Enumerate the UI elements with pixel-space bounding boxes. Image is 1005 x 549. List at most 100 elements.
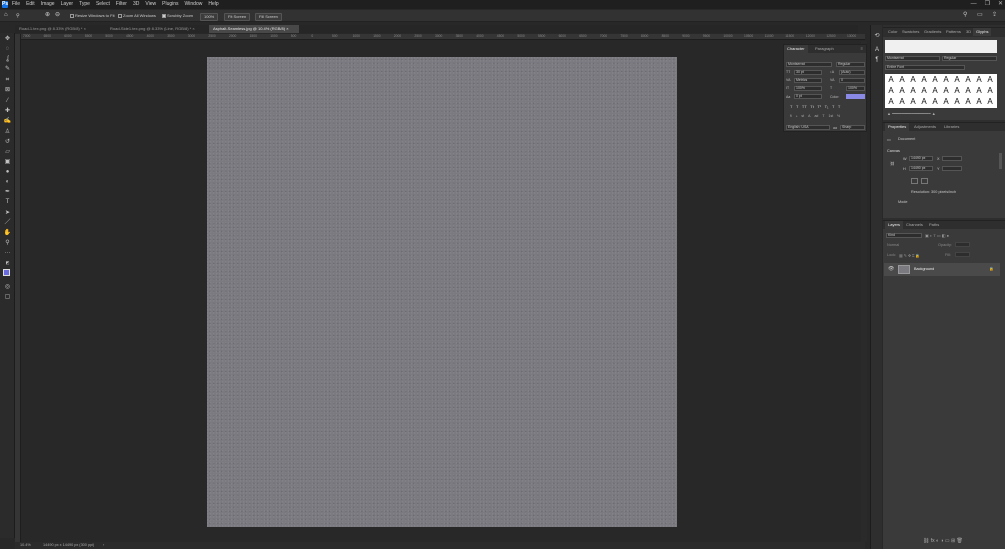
font-family-select[interactable]: Montserrat (786, 62, 832, 67)
dodge-tool-icon[interactable]: ◐ (3, 178, 12, 186)
frame-tool-icon[interactable]: ⊠ (3, 86, 12, 94)
glyph-cell[interactable]: A (908, 75, 918, 85)
old-style-button[interactable]: ℴ (796, 114, 798, 118)
pen-tool-icon[interactable]: ✒ (3, 188, 12, 196)
more-tools-icon[interactable]: ··· (3, 249, 12, 257)
blur-tool-icon[interactable]: ● (3, 168, 12, 176)
glyph-cell[interactable]: A (919, 86, 929, 96)
glyph-cell[interactable]: A (908, 97, 918, 107)
tab-asphalt-seamless[interactable]: Asphalt-Seamless.jpg @ 10.4% (RGB/8) × (209, 25, 299, 33)
hand-tool-icon[interactable]: ✋ (3, 229, 12, 237)
glyph-cell[interactable]: A (952, 97, 962, 107)
fit-screen-button[interactable]: Fit Screen (224, 13, 251, 21)
layer-row-background[interactable]: 👁 Background 🔒 (884, 263, 1000, 276)
tab-properties[interactable]: Properties (885, 123, 910, 131)
menu-window[interactable]: Window (185, 0, 203, 9)
restore-button[interactable]: ❐ (985, 0, 990, 9)
document-canvas[interactable] (207, 57, 677, 527)
history-icon[interactable]: ⟲ (873, 33, 881, 40)
marquee-tool-icon[interactable]: ◌ (3, 45, 12, 53)
fill-screen-button[interactable]: Fill Screen (255, 13, 282, 21)
landscape-orientation-button[interactable] (921, 178, 928, 184)
default-colors-icon[interactable]: ◩ (3, 259, 12, 267)
tab-character[interactable]: Character (784, 45, 808, 53)
menu-3d[interactable]: 3D (133, 0, 139, 9)
swash-button[interactable]: st (801, 114, 804, 118)
healing-brush-tool-icon[interactable]: ✚ (3, 107, 12, 115)
fractions-button[interactable]: ½ (837, 114, 840, 118)
opacity-field[interactable] (955, 242, 970, 247)
tab-road-side1[interactable]: Road-Side1.tex.png @ 8.33% (Line, RGB/8)… (106, 25, 208, 33)
history-brush-tool-icon[interactable]: ↺ (3, 138, 12, 146)
glyph-cell[interactable]: A (974, 86, 984, 96)
gradient-tool-icon[interactable]: ▣ (3, 158, 12, 166)
ligatures-button[interactable]: fi (790, 114, 792, 118)
glyph-cell[interactable]: A (974, 75, 984, 85)
glyph-size-slider[interactable]: ▲ ━━━━━━━━━━━━━━━━ ▲ (887, 111, 936, 116)
menu-plugins[interactable]: Plugins (162, 0, 178, 9)
antialias-select[interactable]: Sharp (840, 125, 865, 130)
chevron-right-icon[interactable]: › (103, 542, 104, 549)
zoom-tool-icon[interactable]: ⚲ (16, 13, 20, 19)
glyph-cell[interactable]: A (963, 97, 973, 107)
panel-menu-icon[interactable]: ≡ (861, 46, 863, 51)
glyph-cell[interactable]: A (930, 86, 940, 96)
subscript-button[interactable]: T₁ (825, 104, 829, 109)
discretionary-ligatures-button[interactable]: ad (814, 114, 818, 118)
glyph-cell[interactable]: A (952, 86, 962, 96)
zoom-level[interactable]: 10.4% (20, 542, 31, 549)
eyedropper-tool-icon[interactable]: ⁄ (3, 97, 12, 105)
zoom-all-checkbox[interactable]: Zoom All Windows (118, 13, 156, 19)
zoom-in-icon[interactable]: ⊕ (45, 12, 50, 18)
close-icon[interactable]: × (84, 26, 86, 31)
kerning-field[interactable]: Metrics (794, 78, 822, 83)
canvas-height-field[interactable]: 14490 px (909, 166, 933, 171)
vertical-ruler[interactable] (15, 34, 21, 542)
app-logo[interactable]: Ps (2, 1, 8, 8)
glyph-cell[interactable]: A (897, 75, 907, 85)
minimize-button[interactable]: — (971, 0, 977, 9)
tab-swatches[interactable]: Swatches (899, 28, 922, 36)
foreground-color-swatch[interactable] (3, 269, 10, 276)
glyph-style-select[interactable]: Regular (942, 56, 997, 61)
font-style-select[interactable]: Regular (836, 62, 865, 67)
shape-tool-icon[interactable]: ／ (3, 219, 12, 227)
glyph-font-select[interactable]: Montserrat (885, 56, 940, 61)
close-icon[interactable]: × (286, 26, 288, 31)
faux-italic-button[interactable]: T (796, 104, 798, 109)
layer-kind-filter[interactable]: Kind (886, 233, 922, 238)
font-size-field[interactable]: 30 pt (794, 70, 822, 75)
glyph-cell[interactable]: A (941, 86, 951, 96)
search-icon[interactable]: ⚲ (963, 12, 967, 18)
move-tool-icon[interactable]: ✥ (3, 35, 12, 43)
scrubby-zoom-checkbox[interactable]: Scrubby Zoom (162, 13, 193, 19)
menu-image[interactable]: Image (41, 0, 55, 9)
layer-name[interactable]: Background (914, 267, 934, 271)
horizontal-ruler[interactable]: 7000 6500 6000 5500 5000 4500 4000 3500 3000 2500… (15, 34, 865, 40)
menu-view[interactable]: View (145, 0, 156, 9)
tab-paragraph[interactable]: Paragraph (812, 45, 837, 53)
canvas-section-title[interactable]: Canvas (887, 149, 900, 153)
stylistic-alternates-button[interactable]: A (808, 114, 810, 118)
menu-filter[interactable]: Filter (116, 0, 127, 9)
glyph-cell[interactable]: A (974, 97, 984, 107)
glyph-cell[interactable]: A (897, 97, 907, 107)
lock-icon[interactable]: 🔒 (989, 266, 994, 271)
menu-edit[interactable]: Edit (26, 0, 35, 9)
menu-file[interactable]: File (12, 0, 20, 9)
zoom-out-icon[interactable]: ⊖ (55, 12, 60, 18)
document-info[interactable]: 14490 px x 14490 px (300 ppi) (43, 542, 94, 549)
link-icon[interactable]: ⛓ (890, 161, 895, 166)
glyph-cell[interactable]: A (930, 97, 940, 107)
crop-tool-icon[interactable]: ⌗ (3, 76, 12, 84)
screen-mode-icon[interactable]: ▢ (3, 293, 12, 301)
quick-select-tool-icon[interactable]: ✎ (3, 65, 12, 73)
home-icon[interactable]: ⌂ (4, 12, 8, 18)
zoom-100-button[interactable]: 100% (200, 13, 219, 21)
properties-scrollbar[interactable] (999, 153, 1002, 169)
faux-bold-button[interactable]: T (790, 104, 792, 109)
all-caps-button[interactable]: TT (802, 104, 807, 109)
eraser-tool-icon[interactable]: ▱ (3, 148, 12, 156)
workspace-icon[interactable]: ▭ (977, 12, 983, 18)
glyph-cell[interactable]: A (963, 75, 973, 85)
